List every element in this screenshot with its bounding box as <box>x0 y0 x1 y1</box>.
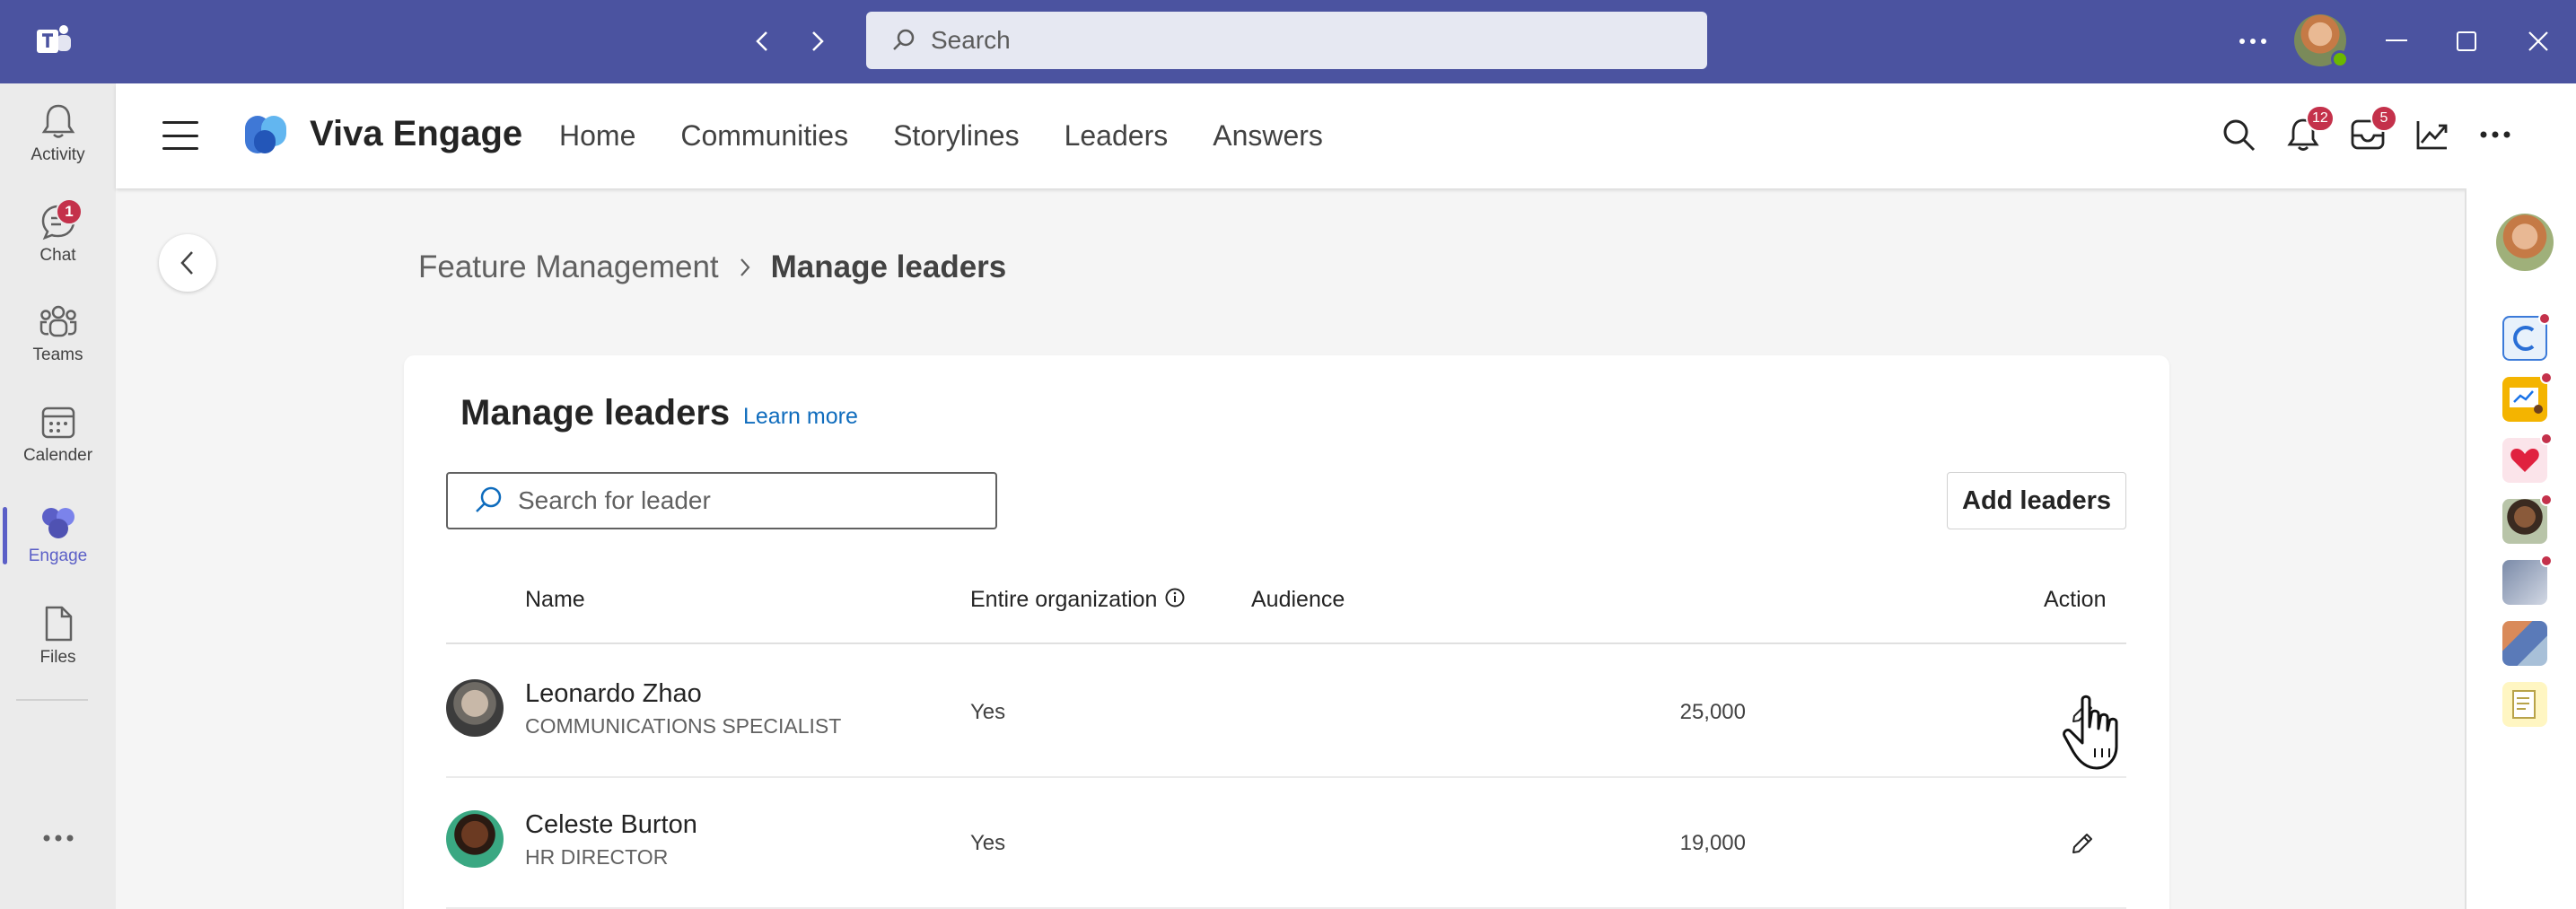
profile-avatar[interactable] <box>2496 214 2554 271</box>
column-header-audience[interactable]: Audience <box>1251 587 1345 613</box>
breadcrumb-feature-management[interactable]: Feature Management <box>418 249 719 285</box>
notifications-badge: 12 <box>2306 105 2335 132</box>
column-header-name[interactable]: Name <box>525 587 585 613</box>
chevron-left-icon <box>180 251 193 275</box>
audience-value: 25,000 <box>1679 700 1746 724</box>
notes-app-icon[interactable] <box>2502 682 2547 727</box>
close-icon[interactable] <box>2519 22 2558 61</box>
audience-value: 19,000 <box>1679 831 1746 855</box>
breadcrumb-current: Manage leaders <box>770 249 1007 284</box>
chevron-right-icon <box>739 257 751 278</box>
group-app-icon[interactable] <box>2502 621 2547 666</box>
manage-leaders-card: Manage leaders Learn more Search for lea… <box>404 355 2169 909</box>
entire-organization-value: Yes <box>970 831 1006 855</box>
nav-leaders[interactable]: Leaders <box>1065 119 1169 153</box>
praise-app-icon[interactable] <box>2502 433 2553 483</box>
rail-label: Teams <box>32 345 83 364</box>
back-button[interactable] <box>159 234 216 292</box>
search-icon <box>893 29 915 50</box>
title-bar: Search <box>0 0 2576 83</box>
inbox-icon[interactable]: 5 <box>2345 105 2397 157</box>
rail-label: Activity <box>31 145 85 164</box>
user-avatar[interactable] <box>2294 14 2349 68</box>
analytics-icon[interactable] <box>2410 112 2455 157</box>
table-header-divider <box>446 642 2126 644</box>
search-icon <box>476 486 502 512</box>
maximize-icon[interactable] <box>2447 22 2486 61</box>
add-leaders-button[interactable]: Add leaders <box>1947 472 2126 529</box>
rail-item-teams[interactable]: Teams <box>0 290 116 380</box>
leader-search-placeholder: Search for leader <box>518 486 711 514</box>
info-icon[interactable] <box>1164 587 1186 608</box>
presence-available-icon <box>2331 50 2349 68</box>
apps-rail <box>2465 188 2576 909</box>
more-apps-icon[interactable] <box>36 825 81 852</box>
edit-pencil-icon[interactable] <box>2066 827 2098 860</box>
meeting-app-icon[interactable] <box>2502 555 2553 605</box>
brand-name: Viva Engage <box>310 114 523 153</box>
global-search-input[interactable]: Search <box>866 12 1707 69</box>
teams-logo-icon[interactable] <box>34 22 74 61</box>
notifications-bell-icon[interactable]: 12 <box>2281 105 2335 157</box>
nav-answers[interactable]: Answers <box>1213 119 1323 153</box>
row-divider <box>446 776 2126 778</box>
analytics-app-icon[interactable] <box>2502 371 2553 422</box>
rail-label: Files <box>39 648 76 667</box>
nav-storylines[interactable]: Storylines <box>893 119 1020 153</box>
bell-icon <box>41 104 74 138</box>
nav-communities[interactable]: Communities <box>680 119 848 153</box>
hand-cursor-icon <box>2063 695 2118 770</box>
search-icon[interactable] <box>2216 112 2261 157</box>
minimize-icon[interactable] <box>2377 22 2416 61</box>
rail-label: Engage <box>28 546 88 565</box>
card-title: Manage leaders <box>460 393 731 433</box>
rail-item-calendar[interactable]: Calender <box>0 390 116 480</box>
breadcrumb: Feature Management Manage leaders <box>418 249 1006 285</box>
top-navigation: Home Communities Storylines Leaders Answ… <box>559 119 1323 153</box>
back-arrow-icon[interactable] <box>745 23 781 59</box>
calendar-icon <box>41 406 74 439</box>
rail-label: Calender <box>22 446 93 465</box>
teams-icon <box>39 305 76 337</box>
more-options-icon[interactable] <box>2235 25 2271 57</box>
column-header-action: Action <box>2044 587 2107 612</box>
global-search-placeholder: Search <box>931 26 1011 54</box>
rail-item-files[interactable]: Files <box>0 591 116 681</box>
leader-name: Celeste Burton <box>525 810 697 839</box>
forward-arrow-icon[interactable] <box>799 23 835 59</box>
nav-home[interactable]: Home <box>559 119 635 153</box>
menu-icon[interactable] <box>161 116 200 155</box>
person-app-icon[interactable] <box>2502 494 2553 544</box>
rail-item-chat[interactable]: 1 Chat <box>0 189 116 279</box>
inbox-badge: 5 <box>2370 105 2397 132</box>
app-header: Viva Engage Home Communities Storylines … <box>116 83 2576 188</box>
rail-divider <box>16 699 88 701</box>
copilot-app-icon[interactable] <box>2502 312 2551 361</box>
more-icon[interactable] <box>2473 112 2518 157</box>
leader-avatar <box>446 810 504 868</box>
viva-engage-logo-icon <box>245 116 286 153</box>
column-header-entire-organization[interactable]: Entire organization <box>970 587 1157 613</box>
leader-name: Leonardo Zhao <box>525 679 702 708</box>
leader-title: HR DIRECTOR <box>525 845 669 869</box>
file-icon <box>45 606 72 642</box>
learn-more-link[interactable]: Learn more <box>743 404 858 430</box>
leader-search-input[interactable]: Search for leader <box>446 472 997 529</box>
entire-organization-value: Yes <box>970 700 1006 724</box>
leader-avatar <box>446 679 504 737</box>
leader-title: COMMUNICATIONS SPECIALIST <box>525 714 842 738</box>
rail-label: Chat <box>39 246 76 265</box>
rail-item-engage[interactable]: Engage <box>0 491 116 581</box>
app-rail: Activity 1 Chat Teams Calender Engage Fi… <box>0 83 116 909</box>
rail-item-activity[interactable]: Activity <box>0 89 116 179</box>
chat-unread-badge: 1 <box>56 198 83 225</box>
engage-icon <box>41 508 74 538</box>
